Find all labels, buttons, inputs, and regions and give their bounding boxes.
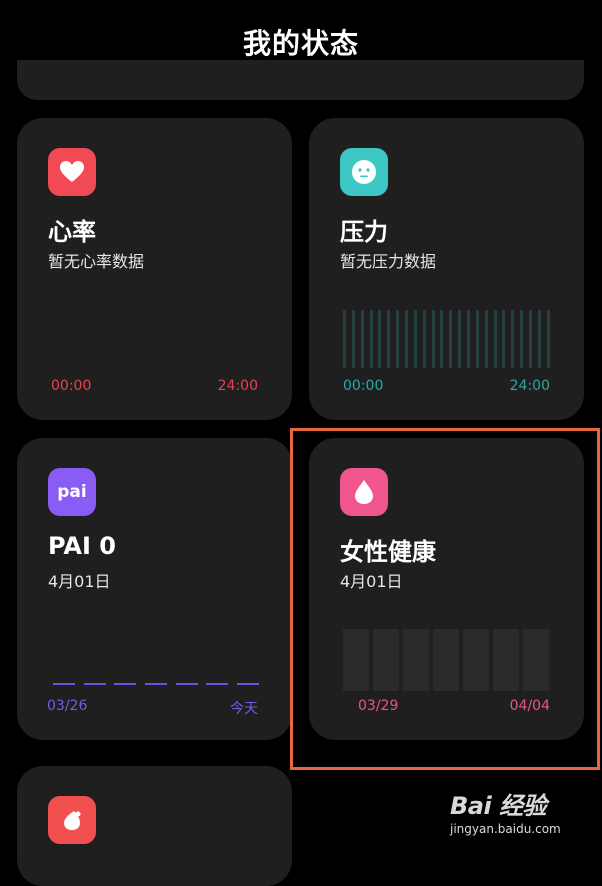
pai-icon: pai bbox=[48, 468, 96, 516]
stress-status: 暂无压力数据 bbox=[340, 252, 437, 271]
pai-title: PAI 0 bbox=[48, 532, 116, 560]
stress-axis-start: 00:00 bbox=[343, 378, 384, 394]
heart-rate-status: 暂无心率数据 bbox=[48, 252, 145, 271]
stress-title: 压力 bbox=[340, 218, 388, 246]
pai-date: 4月01日 bbox=[48, 572, 111, 591]
pai-day-dash bbox=[83, 683, 106, 685]
stress-bar bbox=[529, 310, 533, 368]
pai-axis-end: 今天 bbox=[230, 701, 258, 717]
drop-icon bbox=[48, 796, 96, 844]
stress-bar bbox=[520, 310, 524, 368]
stress-bar bbox=[360, 310, 364, 368]
stress-axis-end: 24:00 bbox=[509, 378, 550, 394]
pai-day-dash bbox=[114, 683, 137, 685]
stress-bar bbox=[502, 310, 506, 368]
heart-icon bbox=[48, 148, 96, 196]
pai-icon-label: pai bbox=[57, 482, 87, 502]
stress-bar bbox=[484, 310, 488, 368]
stress-bar bbox=[511, 310, 515, 368]
stress-bar bbox=[537, 310, 541, 368]
stress-bar bbox=[343, 310, 346, 368]
stress-bar bbox=[369, 310, 373, 368]
watermark: Bai 经验 jingyan.baidu.com bbox=[450, 786, 570, 846]
stress-bar bbox=[413, 310, 417, 368]
highlight-frame bbox=[290, 428, 600, 770]
stress-card[interactable]: 压力 暂无压力数据 00:00 24:00 bbox=[309, 118, 584, 420]
pai-day-dash bbox=[144, 683, 167, 685]
pai-day-dash bbox=[175, 683, 198, 685]
pai-day-dash bbox=[53, 683, 75, 685]
stress-bar bbox=[405, 310, 409, 368]
pai-day-dash bbox=[236, 683, 259, 685]
next-card[interactable] bbox=[17, 766, 292, 886]
stress-bar bbox=[422, 310, 426, 368]
pai-day-dash bbox=[206, 683, 229, 685]
stress-bar bbox=[378, 310, 382, 368]
stress-bar bbox=[449, 310, 453, 368]
stress-bar bbox=[351, 310, 355, 368]
previous-card[interactable] bbox=[17, 60, 584, 100]
stress-bar bbox=[387, 310, 391, 368]
stress-bar bbox=[475, 310, 479, 368]
stress-bar bbox=[467, 310, 471, 368]
heart-rate-axis-end: 24:00 bbox=[217, 378, 258, 394]
heart-rate-axis-start: 00:00 bbox=[51, 378, 92, 394]
watermark-logo: Bai 经验 bbox=[450, 792, 547, 820]
pai-card[interactable]: pai PAI 0 4月01日 03/26 今天 bbox=[17, 438, 292, 740]
page-title: 我的状态 bbox=[242, 27, 359, 60]
face-icon bbox=[340, 148, 388, 196]
stress-bar bbox=[493, 310, 497, 368]
stress-chart bbox=[343, 310, 550, 368]
pai-axis-start: 03/26 bbox=[47, 698, 88, 714]
stress-bar bbox=[458, 310, 462, 368]
pai-chart bbox=[53, 683, 259, 686]
watermark-url: jingyan.baidu.com bbox=[450, 822, 561, 836]
stress-bar bbox=[546, 310, 550, 368]
heart-rate-title: 心率 bbox=[48, 218, 96, 246]
stress-bar bbox=[396, 310, 400, 368]
stress-bar bbox=[440, 310, 444, 368]
heart-rate-card[interactable]: 心率 暂无心率数据 00:00 24:00 bbox=[17, 118, 292, 420]
stress-bar bbox=[431, 310, 435, 368]
